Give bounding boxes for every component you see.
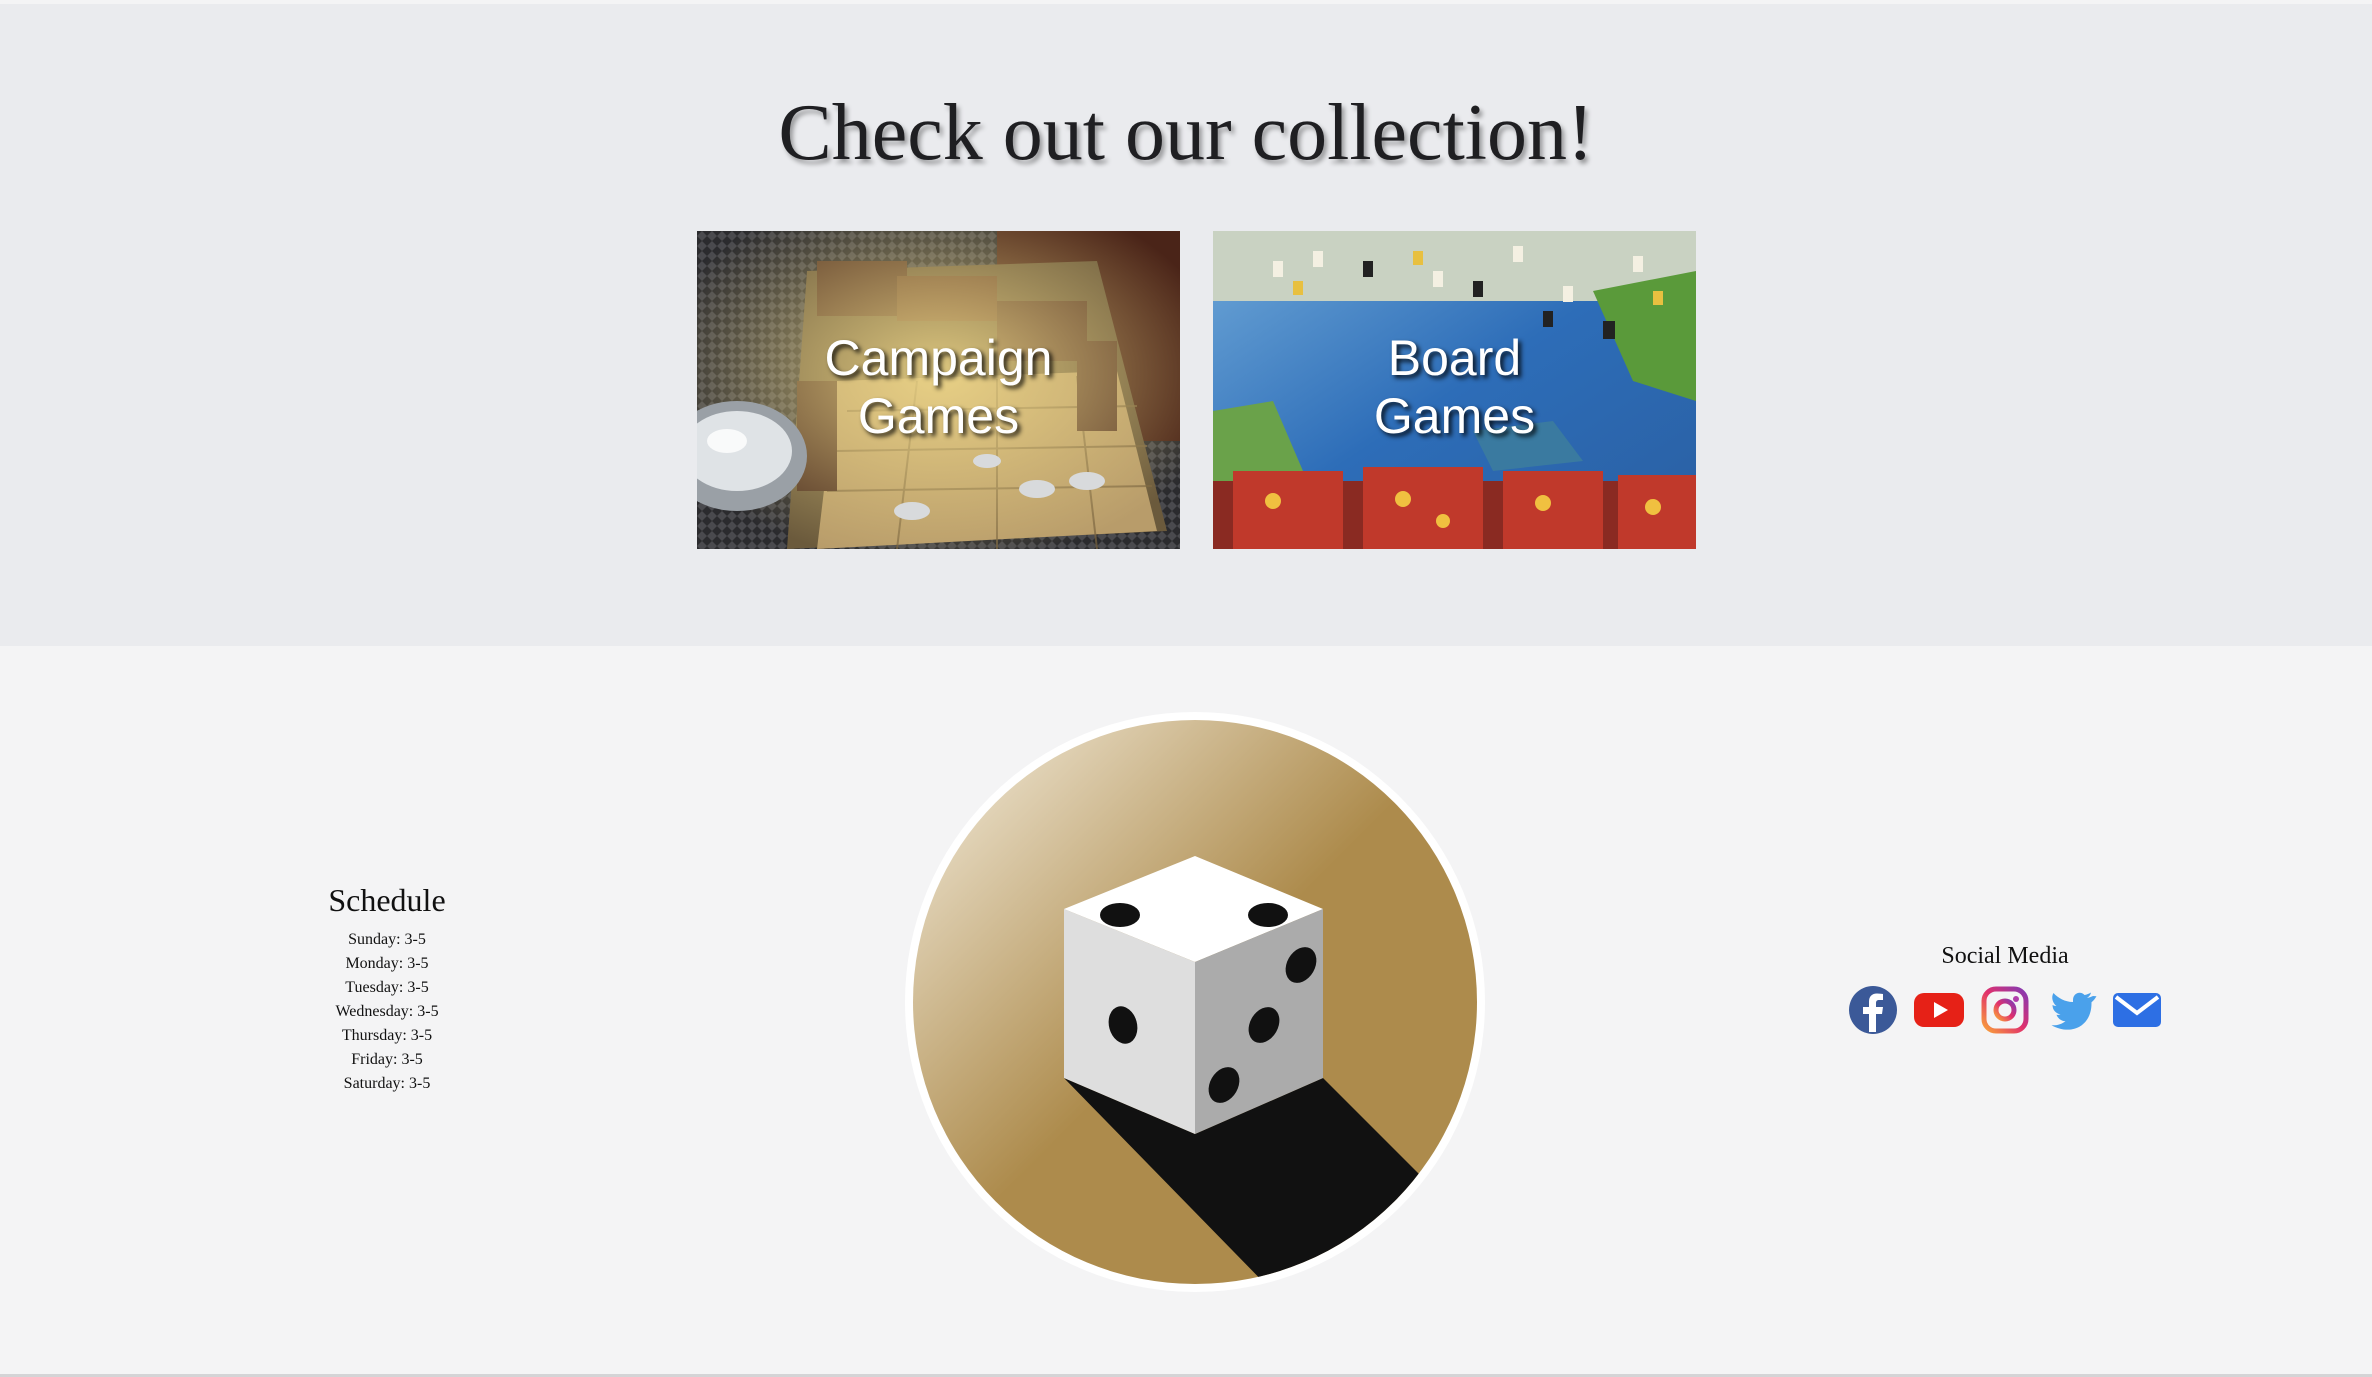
twitter-icon[interactable] <box>2045 984 2097 1036</box>
email-icon[interactable] <box>2111 984 2163 1036</box>
schedule-day: Saturday: 3-5 <box>343 1075 431 1092</box>
campaign-games-card[interactable]: Campaign Games <box>697 231 1180 549</box>
schedule-section: Schedule Sunday: 3-5 Monday: 3-5 Tuesday… <box>237 880 537 1096</box>
facebook-icon[interactable] <box>1847 984 1899 1036</box>
schedule-day: Thursday: 3-5 <box>341 1027 433 1044</box>
board-games-card[interactable]: Board Games <box>1213 231 1696 549</box>
card-label-line: Board <box>1387 330 1522 386</box>
dice-logo <box>903 710 1487 1294</box>
card-label-line: Games <box>1373 388 1536 444</box>
social-icons <box>1825 984 2185 1036</box>
schedule-title: Schedule <box>328 882 446 918</box>
schedule-day: Wednesday: 3-5 <box>335 1003 439 1020</box>
schedule-day: Tuesday: 3-5 <box>345 979 429 996</box>
schedule-day: Sunday: 3-5 <box>348 931 426 948</box>
social-media-section: Social Media <box>1825 940 2185 1036</box>
collection-section: Check out our collection! Campaign Games… <box>0 4 2372 646</box>
card-label-line: Campaign <box>824 330 1053 386</box>
campaign-games-label: Campaign Games <box>697 231 1180 546</box>
instagram-icon[interactable] <box>1979 984 2031 1036</box>
schedule-day: Monday: 3-5 <box>345 955 429 972</box>
youtube-icon[interactable] <box>1913 984 1965 1036</box>
social-media-title: Social Media <box>1941 943 2069 969</box>
card-label-line: Games <box>857 388 1020 444</box>
collection-heading: Check out our collection! <box>778 89 1594 177</box>
schedule-day: Friday: 3-5 <box>351 1051 423 1068</box>
board-games-label: Board Games <box>1213 231 1696 546</box>
